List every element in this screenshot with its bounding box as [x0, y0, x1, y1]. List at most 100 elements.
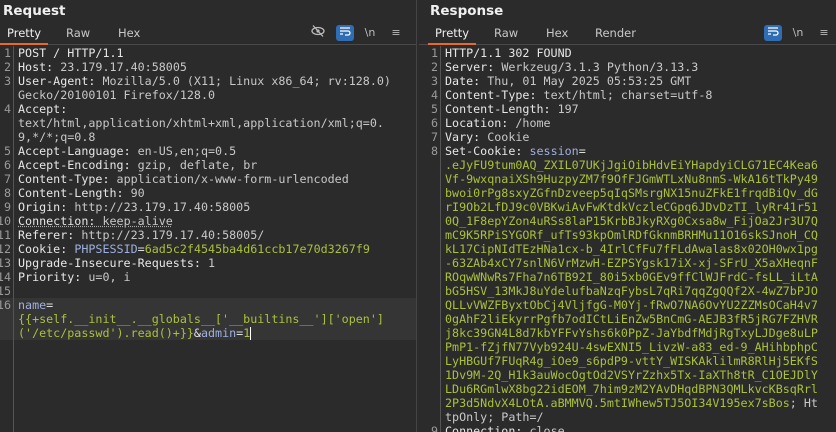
newline-icon[interactable]: \n	[361, 25, 379, 41]
request-title: Request	[3, 3, 66, 19]
response-viewer[interactable]: 1 HTTP/1.1 302 FOUND 2 Server: Werkzeug/3.1…	[427, 46, 836, 432]
cookie-value: .eJyFU9tum0AQ_ZXIL07UKjJgiOibHdvEiYHapdy…	[445, 158, 818, 410]
header-value: u=0, i	[88, 270, 131, 284]
tab-raw[interactable]: Raw	[59, 26, 97, 45]
param-value: 1	[243, 326, 251, 340]
line-text: Accept: text/html,application/xhtml+xml,…	[18, 102, 384, 144]
header-name: Origin	[18, 200, 61, 214]
param-name: admin	[200, 326, 237, 340]
line-number: 2	[3, 60, 11, 74]
header-value: 90	[130, 186, 145, 200]
line-text: Connection: keep-alive	[18, 214, 173, 228]
code-line: 1 POST / HTTP/1.1	[0, 46, 416, 60]
header-value: close	[529, 424, 565, 432]
line-text: Content-Length: 197	[445, 102, 579, 116]
header-name: Host	[18, 60, 47, 74]
line-text: Set-Cookie: session= .eJyFU9tum0AQ_ZXIL0…	[445, 144, 818, 424]
line-number: 12	[0, 242, 11, 256]
line-number: 6	[3, 158, 11, 172]
code-line: 4 Accept: text/html,application/xhtml+xml…	[0, 102, 416, 144]
param-separator: &	[193, 326, 201, 340]
cookie-name: session	[529, 144, 579, 158]
line-text: User-Agent: Mozilla/5.0 (X11; Linux x86_…	[18, 74, 398, 102]
line-text: Priority: u=0, i	[18, 270, 131, 284]
line-text: Upgrade-Insecure-Requests: 1	[18, 256, 216, 270]
line-number: 5	[3, 144, 11, 158]
code-line: 5 Content-Length: 197	[427, 102, 836, 116]
code-line: 6 Accept-Encoding: gzip, deflate, br	[0, 158, 416, 172]
header-value: Cookie	[487, 130, 530, 144]
header-name: Location	[445, 116, 502, 130]
line-number: 8	[3, 186, 11, 200]
line-text: POST / HTTP/1.1	[18, 46, 392, 60]
request-panel: Request Pretty Raw Hex \n ≡ 1 POST / HTTP…	[0, 0, 417, 432]
header-name: Content-Length	[445, 102, 544, 116]
code-line: 7 Content-Type: application/x-www-form-ur…	[0, 172, 416, 186]
tab-render[interactable]: Render	[588, 26, 643, 45]
header-value: 23.179.17.40:58005	[60, 60, 187, 74]
line-number: 1	[3, 46, 11, 60]
header-name: Upgrade-Insecure-Requests	[18, 256, 194, 270]
code-line: 5 Accept-Language: en-US,en;q=0.5	[0, 144, 416, 158]
header-name: POST / HTTP/1.1	[18, 46, 124, 60]
header-value: en-US,en;q=0.5	[137, 144, 237, 158]
line-text: Location: /home	[445, 116, 551, 130]
tab-raw[interactable]: Raw	[487, 26, 525, 45]
code-line: 9 Connection: close	[427, 424, 836, 432]
line-number: 9	[430, 424, 438, 432]
param-name: name	[18, 298, 47, 312]
code-line: 15	[0, 284, 416, 298]
tab-hex[interactable]: Hex	[111, 26, 147, 45]
line-number: 14	[0, 270, 11, 284]
tab-hex[interactable]: Hex	[539, 26, 575, 45]
line-number: 7	[430, 130, 438, 144]
line-number: 9	[3, 200, 11, 214]
response-tabs: Pretty Raw Hex Render \n ≡	[419, 23, 836, 45]
line-text: Origin: http://23.179.17.40:58005	[18, 200, 251, 214]
request-editor[interactable]: 1 POST / HTTP/1.1 2 Host: 23.179.17.40:5800…	[0, 46, 416, 432]
code-line: 12 Cookie: PHPSESSID=6ad5c2f4545ba4d61ccb…	[0, 242, 416, 256]
tab-pretty[interactable]: Pretty	[0, 26, 49, 45]
line-number: 8	[430, 144, 438, 158]
menu-icon[interactable]: ≡	[387, 25, 405, 41]
line-number: 7	[3, 172, 11, 186]
line-number: 2	[430, 60, 438, 74]
line-text: Referer: http://23.179.17.40:58005/	[18, 228, 265, 242]
code-line: 10 Connection: keep-alive	[0, 214, 416, 228]
hide-icon[interactable]	[309, 25, 327, 41]
header-value: gzip, deflate, br	[137, 158, 258, 172]
line-text: Content-Type: text/html; charset=utf-8	[445, 88, 713, 102]
header-value: text/html,application/xhtml+xml,applicat…	[18, 116, 384, 144]
header-name: Accept	[18, 102, 61, 116]
menu-icon[interactable]: ≡	[815, 25, 833, 41]
header-value: 1	[208, 256, 216, 270]
cookie-name: PHPSESSID	[74, 242, 138, 256]
line-number: 5	[430, 102, 438, 116]
line-text: Content-Length: 90	[18, 186, 145, 200]
header-value: 197	[557, 102, 579, 116]
code-line: 6 Location: /home	[427, 116, 836, 130]
code-line: 16 name= {{+self.__init__.__globals__['__…	[0, 298, 416, 340]
header-name: Referer	[18, 228, 68, 242]
line-text: Vary: Cookie	[445, 130, 530, 144]
tab-pretty[interactable]: Pretty	[428, 26, 477, 45]
code-line: 3 Date: Thu, 01 May 2025 05:53:25 GMT	[427, 74, 836, 88]
line-text: Accept-Language: en-US,en;q=0.5	[18, 144, 237, 158]
line-number: 16	[0, 298, 11, 312]
newline-icon[interactable]: \n	[789, 25, 807, 41]
wrap-icon[interactable]	[336, 25, 354, 41]
code-line: 8 Content-Length: 90	[0, 186, 416, 200]
header-name: Server	[445, 60, 488, 74]
header-name: Content-Length	[18, 186, 117, 200]
text-caret	[250, 327, 252, 340]
header-name: Vary	[445, 130, 474, 144]
header-name: HTTP/1.1 302 FOUND	[445, 46, 572, 60]
line-text: Date: Thu, 01 May 2025 05:53:25 GMT	[445, 74, 692, 88]
response-panel: Response Pretty Raw Hex Render \n ≡ 1 HTT…	[419, 0, 836, 432]
code-line: 3 User-Agent: Mozilla/5.0 (X11; Linux x86…	[0, 74, 416, 102]
code-line: 8 Set-Cookie: session= .eJyFU9tum0AQ_ZXIL…	[427, 144, 836, 424]
line-number: 15	[0, 284, 11, 298]
wrap-icon[interactable]	[764, 25, 782, 41]
line-text: Host: 23.179.17.40:58005	[18, 60, 187, 74]
code-line: 7 Vary: Cookie	[427, 130, 836, 144]
